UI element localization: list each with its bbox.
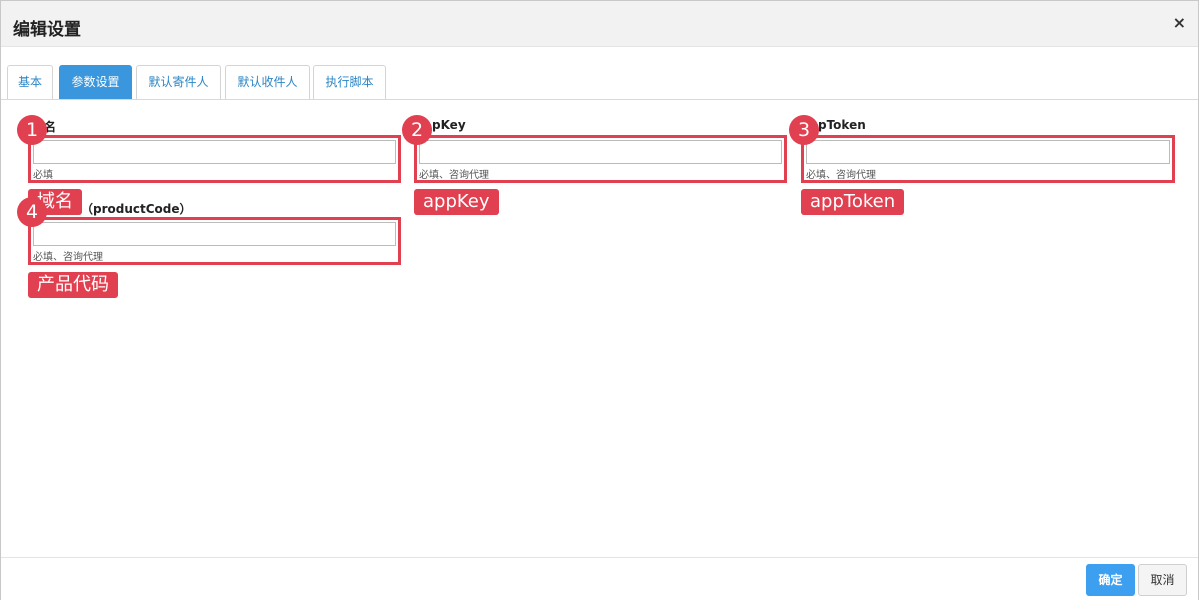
- annotation-number-badge: 3: [789, 115, 819, 145]
- annotation-number-badge: 1: [17, 115, 47, 145]
- tab-divider: [1, 99, 1198, 100]
- edit-settings-dialog: 编辑设置 × 基本 参数设置 默认寄件人 默认收件人 执行脚本 名 必填 1 域…: [0, 0, 1199, 602]
- app-token-input[interactable]: [806, 140, 1170, 164]
- field-hint: 必填、咨询代理: [33, 252, 103, 263]
- tab-parameter-settings[interactable]: 参数设置: [59, 65, 132, 99]
- annotation-number-badge: 4: [17, 197, 47, 227]
- annotation-tag: appKey: [414, 189, 499, 215]
- dialog-titlebar: 编辑设置 ×: [1, 1, 1198, 47]
- annotation-box: 必填、咨询代理: [801, 135, 1175, 183]
- annotation-tag: 产品代码: [28, 272, 118, 298]
- tab-default-recipient[interactable]: 默认收件人: [225, 65, 310, 99]
- field-hint: 必填、咨询代理: [419, 170, 489, 181]
- field-label: pKey: [432, 118, 466, 132]
- cancel-button[interactable]: 取消: [1138, 564, 1187, 596]
- dialog-title: 编辑设置: [13, 20, 81, 40]
- field-hint: 必填、咨询代理: [806, 170, 876, 181]
- dialog-footer: [1, 557, 1198, 602]
- tab-default-sender[interactable]: 默认寄件人: [136, 65, 221, 99]
- annotation-box: 必填: [28, 135, 401, 183]
- domain-input[interactable]: [33, 140, 396, 164]
- field-label: （productCode）: [81, 202, 192, 216]
- annotation-number-badge: 2: [402, 115, 432, 145]
- annotation-box: 必填、咨询代理: [28, 217, 401, 265]
- annotation-box: 必填、咨询代理: [414, 135, 787, 183]
- tab-basic[interactable]: 基本: [7, 65, 53, 99]
- field-hint: 必填: [33, 170, 53, 181]
- tab-execute-script[interactable]: 执行脚本: [313, 65, 386, 99]
- close-icon[interactable]: ×: [1173, 13, 1186, 32]
- annotation-tag: appToken: [801, 189, 905, 215]
- confirm-button[interactable]: 确定: [1086, 564, 1135, 596]
- product-code-input[interactable]: [33, 222, 396, 246]
- field-label: pToken: [818, 118, 866, 132]
- app-key-input[interactable]: [419, 140, 782, 164]
